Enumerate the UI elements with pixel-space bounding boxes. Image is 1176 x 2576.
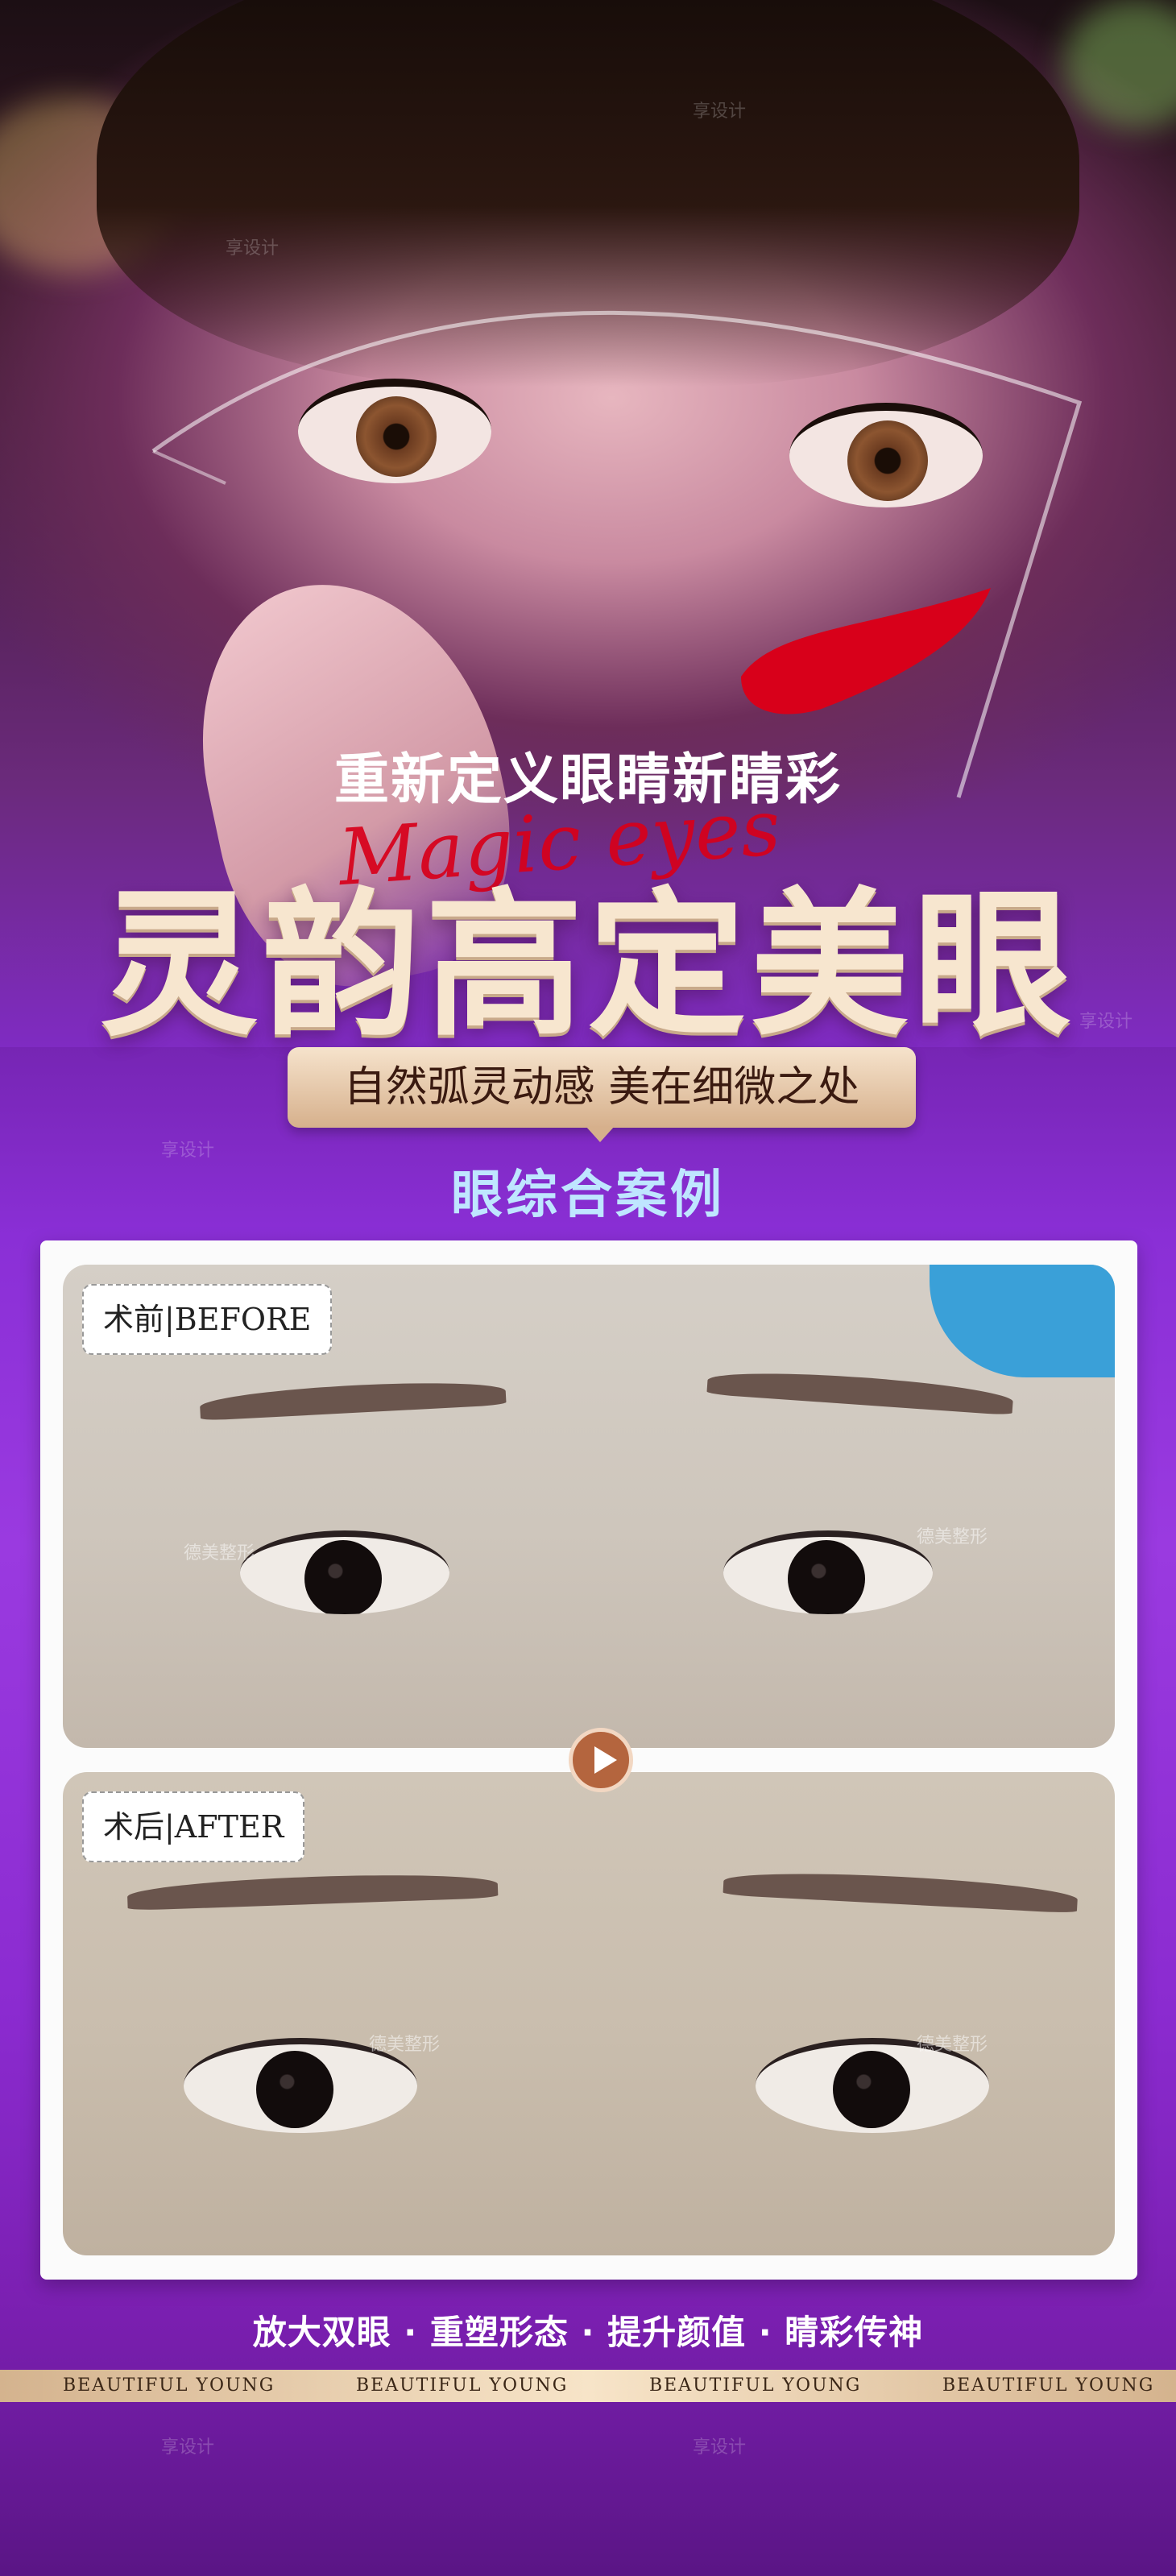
- band-item: BEAUTIFUL YOUNG: [356, 2375, 569, 2396]
- clinic-watermark: 德美整形: [184, 1543, 255, 1563]
- case-title: 眼综合案例: [451, 1166, 725, 1225]
- red-brush-stroke: [741, 588, 991, 714]
- eye-left: [240, 1530, 449, 1614]
- poster: 享设计 享设计 享设计 享设计 享设计 享设计 重新定义眼睛新睛彩 Magic …: [0, 0, 1176, 2576]
- watermark: 享设计: [226, 238, 280, 259]
- after-label: 术后|AFTER: [82, 1791, 305, 1862]
- clinic-watermark: 德美整形: [917, 1527, 988, 1547]
- watermark: 享设计: [161, 2437, 215, 2458]
- tagline-text: 自然弧灵动感 美在细微之处: [343, 1063, 860, 1112]
- band-item: BEAUTIFUL YOUNG: [942, 2375, 1155, 2396]
- eyebrow-right: [706, 1366, 1014, 1416]
- clinic-watermark: 德美整形: [369, 2035, 441, 2055]
- before-label: 术前|BEFORE: [82, 1284, 333, 1355]
- eyebrow-right: [723, 1867, 1079, 1914]
- play-icon: [594, 1746, 617, 1774]
- watermark: 享设计: [693, 101, 747, 122]
- band-item: BEAUTIFUL YOUNG: [63, 2375, 275, 2396]
- eye-right: [723, 1530, 933, 1614]
- eyebrow-left: [199, 1377, 507, 1421]
- clinic-watermark: 德美整形: [917, 2035, 988, 2055]
- watermark: 享设计: [693, 2437, 747, 2458]
- eyebrow-left: [126, 1870, 499, 1911]
- after-photo: 德美整形 德美整形 术后|AFTER: [63, 1772, 1115, 2255]
- hero-title: 灵韵高定美眼: [99, 874, 1076, 1058]
- before-after-card: 德美整形 德美整形 术前|BEFORE 德美整形 德美整形 术后|AFTER: [40, 1240, 1137, 2280]
- brand-band: BEAUTIFUL YOUNG BEAUTIFUL YOUNG BEAUTIFU…: [0, 2370, 1176, 2402]
- band-item: BEAUTIFUL YOUNG: [649, 2375, 862, 2396]
- tagline-pointer: [586, 1126, 615, 1142]
- before-photo: 德美整形 德美整形 术前|BEFORE: [63, 1265, 1115, 1748]
- play-button[interactable]: [569, 1728, 633, 1792]
- features-line: 放大双眼 · 重塑形态 · 提升颜值 · 睛彩传神: [252, 2313, 924, 2352]
- surgical-cap: [930, 1265, 1115, 1377]
- tagline-pill: 自然弧灵动感 美在细微之处: [288, 1047, 916, 1142]
